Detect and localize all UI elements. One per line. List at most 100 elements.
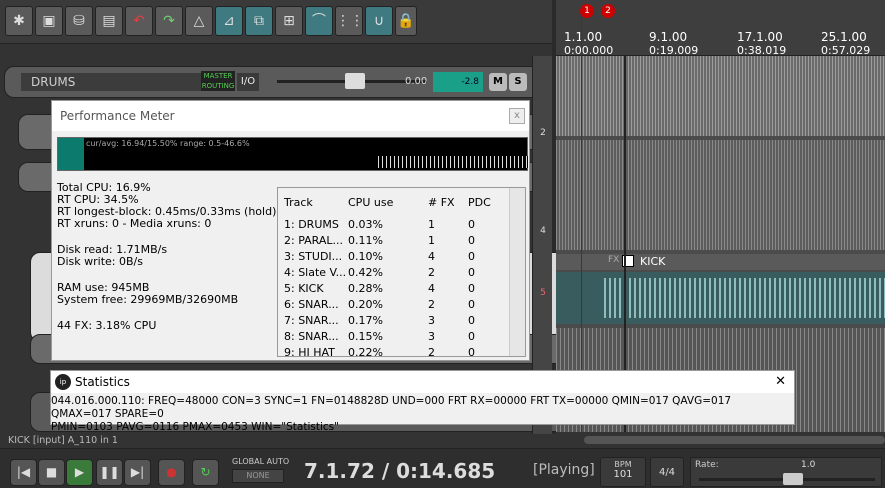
record-icon[interactable]: ●	[158, 459, 185, 486]
table-cell: 0	[468, 330, 475, 343]
status-bar: KICK [input] A_110 in 1	[0, 434, 556, 448]
horizontal-scrollbar[interactable]	[556, 432, 885, 448]
grid-view-icon[interactable]: ⋮⋮	[335, 6, 364, 36]
track-cpu-table[interactable]: Track CPU use # FX PDC 1: DRUMS 0.03% 1 0 2:…	[277, 187, 526, 357]
statistics-title: Statistics	[75, 375, 130, 389]
statistics-body: 044.016.000.110: FREQ=48000 CON=3 SYNC=1…	[51, 395, 791, 434]
table-row[interactable]: 2: PARAL... 0.11% 1 0	[278, 234, 508, 250]
table-cell: 2	[428, 346, 435, 357]
cpu-history	[378, 156, 528, 168]
table-row[interactable]: 3: STUDI... 0.10% 4 0	[278, 250, 508, 266]
statistics-close-button[interactable]: ✕	[775, 374, 786, 389]
undo-icon[interactable]: ↶	[125, 6, 153, 36]
disk-write: Disk write: 0B/s	[57, 255, 143, 268]
table-cell: 2: PARAL...	[284, 234, 343, 247]
rate-value: 1.0	[801, 460, 816, 470]
ruler-bar-label: 1.1.00	[564, 30, 603, 44]
open-project-icon[interactable]: ▣	[35, 6, 63, 36]
table-cell: 1	[428, 218, 435, 231]
rate-label: Rate:	[695, 460, 719, 470]
project-settings-icon[interactable]: ▤	[95, 6, 123, 36]
col-fx[interactable]: # FX	[428, 196, 455, 209]
mute-button[interactable]: M	[489, 73, 507, 91]
col-track[interactable]: Track	[284, 196, 313, 209]
table-cell: 9: HI HAT	[284, 346, 335, 357]
time-signature[interactable]: 4/4	[650, 457, 684, 487]
routing-label: ROUTING	[201, 82, 235, 90]
table-cell: 0.28%	[348, 282, 383, 295]
transport-bar: |◀ ■ ▶ ❚❚ ▶| ● ↻ GLOBAL AUTO NONE 7.1.72…	[0, 448, 885, 488]
table-cell: 0	[468, 234, 475, 247]
bpm-box[interactable]: BPM 101	[600, 457, 646, 487]
play-icon[interactable]: ▶	[66, 459, 93, 486]
go-to-start-icon[interactable]: |◀	[10, 459, 37, 486]
ruler-bar-label: 9.1.00	[649, 30, 688, 44]
grid-icon[interactable]: ⊞	[275, 6, 303, 36]
marker-2[interactable]: 2	[601, 4, 615, 18]
timeline-ruler[interactable]: 1 2 1.1.00 0:00.000 9.1.00 0:19.009 17.1…	[556, 0, 885, 57]
statistics-line-1: 044.016.000.110: FREQ=48000 CON=3 SYNC=1…	[51, 395, 732, 420]
track-drums[interactable]: DRUMS MASTER ROUTING I/O 0.00 -2.8 M S	[4, 66, 534, 98]
drums-lane[interactable]	[556, 56, 885, 136]
table-row[interactable]: 4: Slate V... 0.42% 2 0	[278, 266, 508, 282]
repeat-icon[interactable]: ↻	[192, 459, 219, 486]
table-cell: 0.42%	[348, 266, 383, 279]
performance-meter-window: Performance Meter x cur/avg: 16.94/15.50…	[51, 100, 530, 361]
fx-cpu: 44 FX: 3.18% CPU	[57, 319, 157, 332]
lock-icon[interactable]: 🔒	[395, 6, 417, 36]
stop-icon[interactable]: ■	[38, 459, 65, 486]
pan-meter[interactable]: -2.8	[433, 72, 483, 92]
new-project-icon[interactable]: ✱	[5, 6, 33, 36]
table-row[interactable]: 7: SNAR... 0.17% 3 0	[278, 314, 508, 330]
envelope-icon[interactable]: ⌒	[305, 6, 333, 36]
item-fx-label[interactable]: FX	[608, 255, 619, 265]
parallel-lane[interactable]	[556, 140, 885, 250]
save-project-icon[interactable]: ⛁	[65, 6, 93, 36]
table-cell: 0.10%	[348, 250, 383, 263]
table-scrollbar[interactable]	[509, 188, 525, 356]
table-cell: 1	[428, 234, 435, 247]
horizontal-scroll-thumb[interactable]	[584, 436, 885, 444]
table-cell: 0.20%	[348, 298, 383, 311]
table-cell: 2	[428, 298, 435, 311]
kick-lane[interactable]	[556, 272, 885, 324]
cpu-cur-avg: cur/avg: 16.94/15.50% range: 0.5-46.6%	[86, 139, 250, 148]
system-free: System free: 29969MB/32690MB	[57, 293, 239, 306]
cpu-graph: cur/avg: 16.94/15.50% range: 0.5-46.6%	[57, 137, 528, 171]
solo-button[interactable]: S	[509, 73, 527, 91]
go-to-end-icon[interactable]: ▶|	[124, 459, 151, 486]
perf-close-button[interactable]: x	[509, 108, 525, 124]
table-cell: 0	[468, 346, 475, 357]
position-readout[interactable]: 7.1.72 / 0:14.685	[304, 459, 495, 483]
table-cell: 0	[468, 250, 475, 263]
marker-1[interactable]: 1	[580, 4, 594, 18]
metronome-icon[interactable]: △	[185, 6, 213, 36]
col-cpu-use[interactable]: CPU use	[348, 196, 393, 209]
table-row[interactable]: 9: HI HAT 0.22% 2 0	[278, 346, 508, 357]
kick-item-header[interactable]: FX KICK	[556, 254, 885, 270]
table-row[interactable]: 8: SNAR... 0.15% 3 0	[278, 330, 508, 346]
rate-slider-thumb[interactable]	[783, 473, 803, 485]
ruler-bar-label: 25.1.00	[821, 30, 867, 44]
arrange-view[interactable]: 1 2 1.1.00 0:00.000 9.1.00 0:19.009 17.1…	[556, 0, 885, 434]
master-routing-indicator[interactable]: MASTER ROUTING	[201, 71, 235, 91]
snap-icon[interactable]: ⊿	[215, 6, 243, 36]
bpm-label: BPM	[614, 460, 632, 469]
table-cell: 3	[428, 330, 435, 343]
playrate-box[interactable]: Rate: 1.0	[690, 457, 882, 487]
table-row[interactable]: 6: SNAR... 0.20% 2 0	[278, 298, 508, 314]
redo-icon[interactable]: ↷	[155, 6, 183, 36]
table-row[interactable]: 5: KICK 0.28% 4 0	[278, 282, 508, 298]
col-pdc[interactable]: PDC	[468, 196, 491, 209]
table-row[interactable]: 1: DRUMS 0.03% 1 0	[278, 218, 508, 234]
table-cell: 4	[428, 282, 435, 295]
loop-icon[interactable]: ∪	[365, 6, 393, 36]
ripple-icon[interactable]: ⧉	[245, 6, 273, 36]
io-button[interactable]: I/O	[237, 73, 259, 91]
automation-mode-button[interactable]: NONE	[232, 469, 284, 483]
table-cell: 0.11%	[348, 234, 383, 247]
track-name[interactable]: DRUMS	[21, 73, 201, 91]
volume-slider-thumb[interactable]	[345, 73, 365, 89]
ruler-bar-label: 17.1.00	[737, 30, 783, 44]
pause-icon[interactable]: ❚❚	[96, 459, 123, 486]
